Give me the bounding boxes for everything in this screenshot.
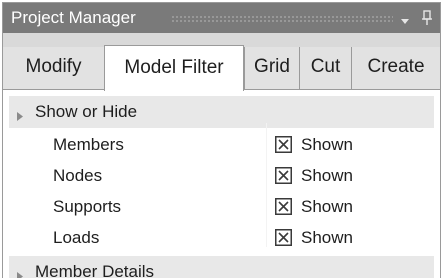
chevron-down-icon[interactable] (399, 12, 411, 24)
section-header-member-details[interactable]: Member Details (9, 256, 434, 278)
property-name: Members (53, 135, 124, 154)
tab-grid[interactable]: Grid (244, 47, 299, 89)
tab-cut[interactable]: Cut (299, 47, 351, 89)
tab-strip: Modify Model Filter Grid Cut Create (3, 33, 440, 91)
project-manager-panel: Project Manager Modify Model Filter Grid… (2, 2, 441, 278)
checked-box-icon[interactable] (275, 198, 292, 215)
tab-create[interactable]: Create (351, 47, 440, 89)
property-value: Shown (301, 197, 353, 216)
tab-model-filter[interactable]: Model Filter (104, 45, 244, 91)
title-grip[interactable] (171, 15, 393, 22)
property-value: Shown (301, 228, 353, 247)
pin-icon[interactable] (421, 10, 433, 26)
checked-box-icon[interactable] (275, 167, 292, 184)
expand-triangle-icon (16, 107, 24, 121)
panel-titlebar[interactable]: Project Manager (3, 3, 440, 33)
property-row-nodes: Nodes Shown (9, 160, 434, 191)
panel-title: Project Manager (11, 8, 136, 27)
property-row-supports: Supports Shown (9, 191, 434, 222)
checked-box-icon[interactable] (275, 136, 292, 153)
property-value: Shown (301, 166, 353, 185)
expand-triangle-icon (16, 267, 24, 278)
property-row-members: Members Shown (9, 129, 434, 160)
tab-modify[interactable]: Modify (3, 47, 104, 89)
property-row-loads: Loads Shown (9, 222, 434, 253)
property-value: Shown (301, 135, 353, 154)
checked-box-icon[interactable] (275, 229, 292, 246)
section-label: Show or Hide (35, 102, 138, 121)
property-name: Nodes (53, 166, 103, 185)
section-label: Member Details (35, 262, 155, 278)
tab-content: Show or Hide Members Shown Nodes Shown S… (3, 89, 440, 278)
property-name: Loads (53, 228, 100, 247)
property-name: Supports (53, 197, 122, 216)
section-header-show-or-hide[interactable]: Show or Hide (9, 96, 434, 128)
